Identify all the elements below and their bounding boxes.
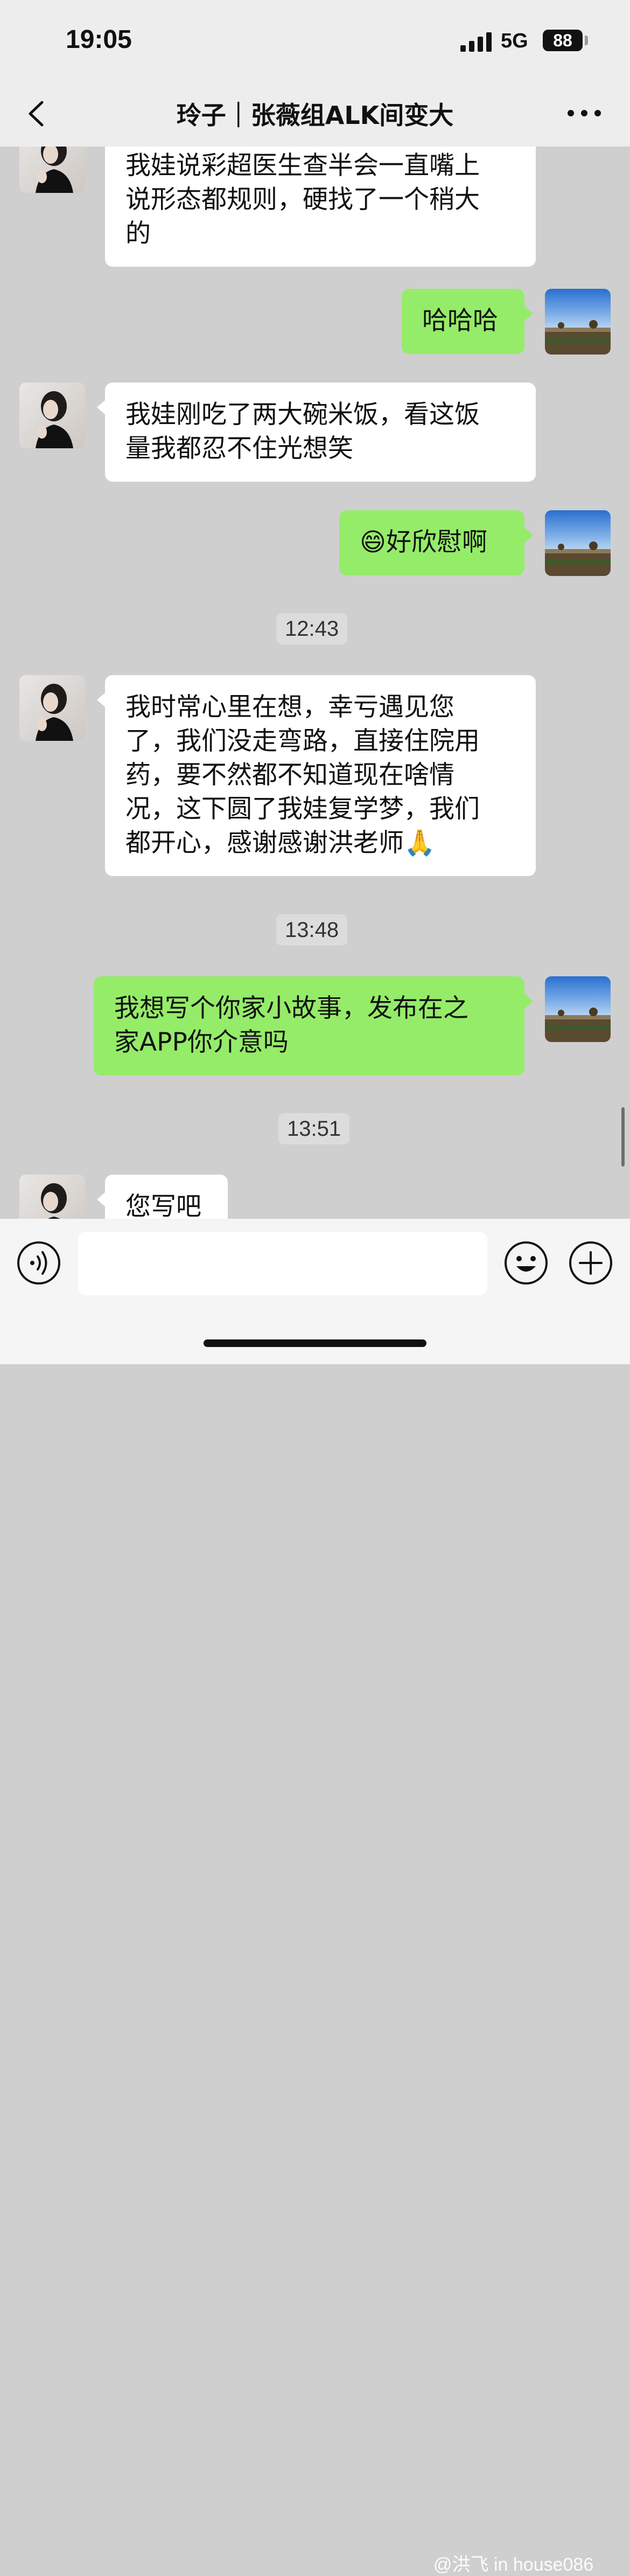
contact-avatar[interactable] [19,147,85,193]
message-line: 说形态都规则，硬找了一个稍大 [125,185,480,214]
voice-icon [17,1241,60,1284]
chevron-left-icon [29,101,44,127]
grin-emoji-icon: 😄 [360,527,386,557]
bubble-tail [97,692,106,707]
message-line: 的 [125,219,151,248]
contact-avatar[interactable] [19,1175,85,1219]
message-line: 我时常心里在想，幸亏遇见您 [125,692,454,722]
message-line: 了，我们没走弯路，直接住院用 [125,726,480,756]
message-text: 好欣慰啊 [386,527,487,557]
network-label: 5G [501,30,528,52]
home-indicator[interactable] [204,1339,426,1347]
message-line: 量我都忍不住光想笑 [125,434,353,463]
my-avatar[interactable] [545,289,611,355]
timestamp: 13:48 [276,914,348,946]
my-avatar[interactable] [545,510,611,576]
plus-button[interactable] [568,1240,613,1288]
nav-bar: 玲子｜张薇组ALK间变大 [0,81,630,147]
signal-icon [460,32,492,52]
timestamp: 12:43 [276,613,348,644]
bubble-tail [97,400,106,415]
scroll-indicator[interactable] [621,1107,625,1167]
message-bubble-incoming[interactable]: 我娃刚吃了两大碗米饭，看这饭 量我都忍不住光想笑 [105,383,536,482]
message-line: 我娃刚吃了两大碗米饭，看这饭 [125,400,480,429]
contact-avatar[interactable] [19,383,85,448]
message-bubble-outgoing[interactable]: 😄好欣慰啊 [339,510,524,575]
message-line: 哈哈哈 [422,306,498,336]
timestamp: 13:51 [278,1113,350,1144]
bubble-tail [524,527,533,543]
watermark: @洪飞 in house086 [433,2554,594,2575]
chat-title: 玲子｜张薇组ALK间变大 [176,101,454,130]
my-avatar[interactable] [545,976,611,1042]
bubble-tail [524,994,533,1009]
message-line: 都开心，感谢感谢洪老师🙏 [125,828,436,858]
status-time: 19:05 [66,25,132,54]
more-horizontal-icon [568,110,601,116]
message-line: 我娃说彩超医生查半会一直嘴上 [125,151,480,180]
message-bubble-incoming[interactable]: 我时常心里在想，幸亏遇见您 了，我们没走弯路，直接住院用 药，要不然都不知道现在… [105,675,536,876]
message-line: 😄好欣慰啊 [360,525,504,559]
message-line: 您写吧 [125,1192,201,1219]
emoji-button[interactable] [503,1240,549,1288]
message-input[interactable] [78,1232,487,1295]
more-button[interactable] [565,102,603,124]
message-bubble-outgoing[interactable]: 我想写个你家小故事，发布在之 家APP你介意吗 [94,976,524,1075]
emoji-icon [505,1241,548,1284]
message-line: 况，这下圆了我娃复学梦，我们 [125,794,480,824]
bubble-tail [524,306,533,321]
plus-circle-icon [569,1241,612,1284]
contact-avatar[interactable] [19,675,85,741]
message-line: 药，要不然都不知道现在啥情 [125,760,454,790]
back-button[interactable] [22,95,54,133]
status-bar: 19:05 5G 88 [0,0,630,81]
message-line: 我想写个你家小故事，发布在之 [114,994,468,1023]
battery-indicator: 88 [543,30,583,51]
chat-area[interactable]: 我娃说彩超医生查半会一直嘴上 说形态都规则，硬找了一个稍大 的 哈哈哈 我娃刚吃… [0,147,630,1219]
message-bubble-incoming[interactable]: 您写吧 [105,1175,228,1219]
message-bubble-outgoing[interactable]: 哈哈哈 [402,289,524,354]
voice-button[interactable] [16,1240,61,1288]
message-bubble-incoming[interactable]: 我娃说彩超医生查半会一直嘴上 说形态都规则，硬找了一个稍大 的 [105,147,536,267]
bubble-tail [97,1192,106,1207]
message-line: 家APP你介意吗 [114,1027,289,1057]
battery-tip [585,36,588,45]
